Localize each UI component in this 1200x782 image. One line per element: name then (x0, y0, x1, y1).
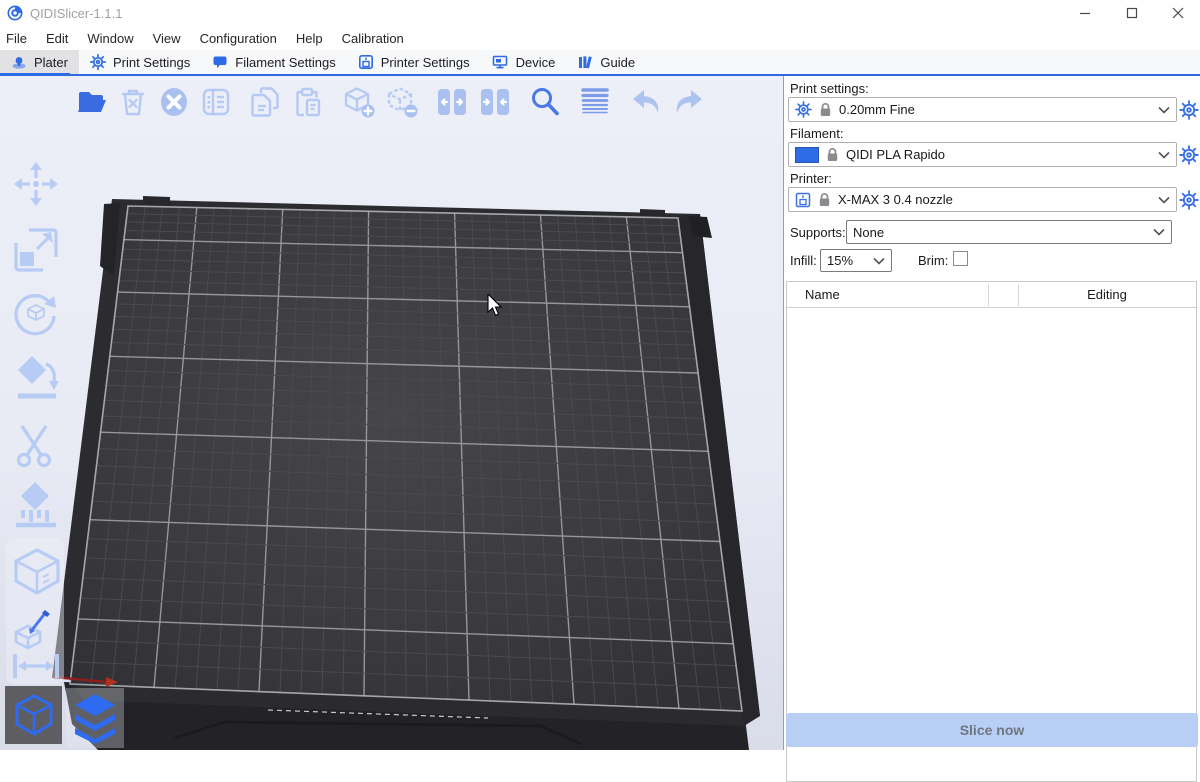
menu-bar: File Edit Window View Configuration Help… (0, 26, 1200, 50)
gear-icon (795, 101, 812, 118)
add-instance-button[interactable] (341, 84, 377, 120)
paint-on-supports-button[interactable] (10, 480, 62, 532)
scale-button[interactable] (10, 224, 62, 276)
tab-bar: Plater Print Settings Filament Settings … (0, 50, 1200, 76)
printer-icon (358, 54, 374, 70)
menu-edit[interactable]: Edit (46, 31, 68, 46)
column-name: Name (805, 287, 840, 302)
remove-instance-button[interactable] (384, 84, 420, 120)
printer-label: Printer: (790, 171, 832, 186)
tab-guide[interactable]: Guide (566, 50, 646, 74)
filament-value: QIDI PLA Rapido (846, 147, 1151, 162)
cut-button[interactable] (10, 420, 62, 472)
plater-icon (11, 54, 27, 70)
paste-button[interactable] (290, 84, 326, 120)
close-button[interactable] (1156, 0, 1200, 26)
infill-dropdown[interactable]: 15% (820, 249, 892, 272)
filament-color-swatch (795, 147, 819, 163)
filament-icon (212, 54, 228, 70)
filament-dropdown[interactable]: QIDI PLA Rapido (788, 142, 1177, 167)
lock-icon (818, 192, 831, 207)
device-icon (492, 54, 509, 70)
open-button[interactable] (74, 84, 110, 120)
object-table-header: Name Editing (787, 282, 1196, 308)
chevron-down-icon (1158, 106, 1170, 114)
lock-icon (826, 147, 839, 162)
slice-now-button[interactable]: Slice now (786, 713, 1198, 747)
menu-configuration[interactable]: Configuration (200, 31, 277, 46)
supports-value: None (853, 225, 1146, 240)
supports-label: Supports: (790, 225, 846, 240)
printer-dropdown[interactable]: X-MAX 3 0.4 nozzle (788, 187, 1177, 212)
edit-print-settings-button[interactable] (1178, 99, 1200, 121)
preview-view-button[interactable] (66, 688, 124, 748)
column-editing: Editing (1018, 287, 1196, 302)
mmu-painting-button[interactable] (10, 608, 62, 652)
object-list-table[interactable]: Name Editing (786, 281, 1197, 782)
place-on-face-button[interactable] (10, 352, 62, 404)
menu-window[interactable]: Window (87, 31, 133, 46)
window-title: QIDISlicer-1.1.1 (30, 6, 122, 21)
brim-label: Brim: (918, 253, 948, 268)
chevron-down-icon (873, 257, 885, 265)
delete-button[interactable] (115, 84, 151, 120)
printer-value: X-MAX 3 0.4 nozzle (838, 192, 1151, 207)
seam-painting-button[interactable] (10, 546, 62, 598)
copy-button[interactable] (248, 84, 284, 120)
guide-icon (577, 54, 593, 70)
variable-layer-height-button[interactable] (577, 84, 613, 120)
tab-plater[interactable]: Plater (0, 50, 79, 74)
filament-label: Filament: (790, 126, 843, 141)
lock-icon (819, 102, 832, 117)
menu-help[interactable]: Help (296, 31, 323, 46)
print-settings-label: Print settings: (790, 81, 869, 96)
brim-checkbox[interactable] (953, 251, 968, 266)
gear-icon (90, 54, 106, 70)
minimize-button[interactable] (1063, 0, 1107, 26)
chevron-down-icon (1153, 228, 1165, 236)
move-button[interactable] (10, 158, 62, 210)
3d-viewport[interactable] (0, 76, 783, 750)
mouse-cursor (487, 294, 505, 320)
column-separator (988, 284, 989, 306)
menu-view[interactable]: View (153, 31, 181, 46)
main-area: Print settings: 0.20mm Fine Filament: QI… (0, 76, 1200, 750)
delete-all-button[interactable] (156, 84, 192, 120)
app-logo-icon (7, 5, 23, 21)
arrange-button[interactable] (198, 84, 234, 120)
rotate-button[interactable] (10, 288, 62, 340)
edit-printer-button[interactable] (1178, 189, 1200, 211)
tab-print-settings[interactable]: Print Settings (79, 50, 201, 74)
chevron-down-icon (1158, 196, 1170, 204)
maximize-button[interactable] (1110, 0, 1154, 26)
search-button[interactable] (527, 84, 563, 120)
redo-button[interactable] (669, 84, 705, 120)
infill-value: 15% (827, 253, 866, 268)
print-bed (0, 76, 783, 750)
tab-device[interactable]: Device (481, 50, 567, 74)
undo-button[interactable] (628, 84, 664, 120)
settings-panel: Print settings: 0.20mm Fine Filament: QI… (784, 76, 1200, 750)
tab-printer-settings[interactable]: Printer Settings (347, 50, 481, 74)
chevron-down-icon (1158, 151, 1170, 159)
edit-filament-button[interactable] (1178, 144, 1200, 166)
3d-editor-view-button[interactable] (5, 686, 62, 744)
split-to-parts-button[interactable] (477, 84, 513, 120)
infill-label: Infill: (790, 253, 817, 268)
print-settings-dropdown[interactable]: 0.20mm Fine (788, 97, 1177, 122)
supports-dropdown[interactable]: None (846, 220, 1172, 244)
print-settings-value: 0.20mm Fine (839, 102, 1151, 117)
title-bar: QIDISlicer-1.1.1 (0, 0, 1200, 26)
printer-icon (795, 192, 811, 208)
measure-button[interactable] (10, 648, 62, 684)
menu-calibration[interactable]: Calibration (342, 31, 404, 46)
menu-file[interactable]: File (6, 31, 27, 46)
tab-filament-settings[interactable]: Filament Settings (201, 50, 346, 74)
split-to-objects-button[interactable] (434, 84, 470, 120)
